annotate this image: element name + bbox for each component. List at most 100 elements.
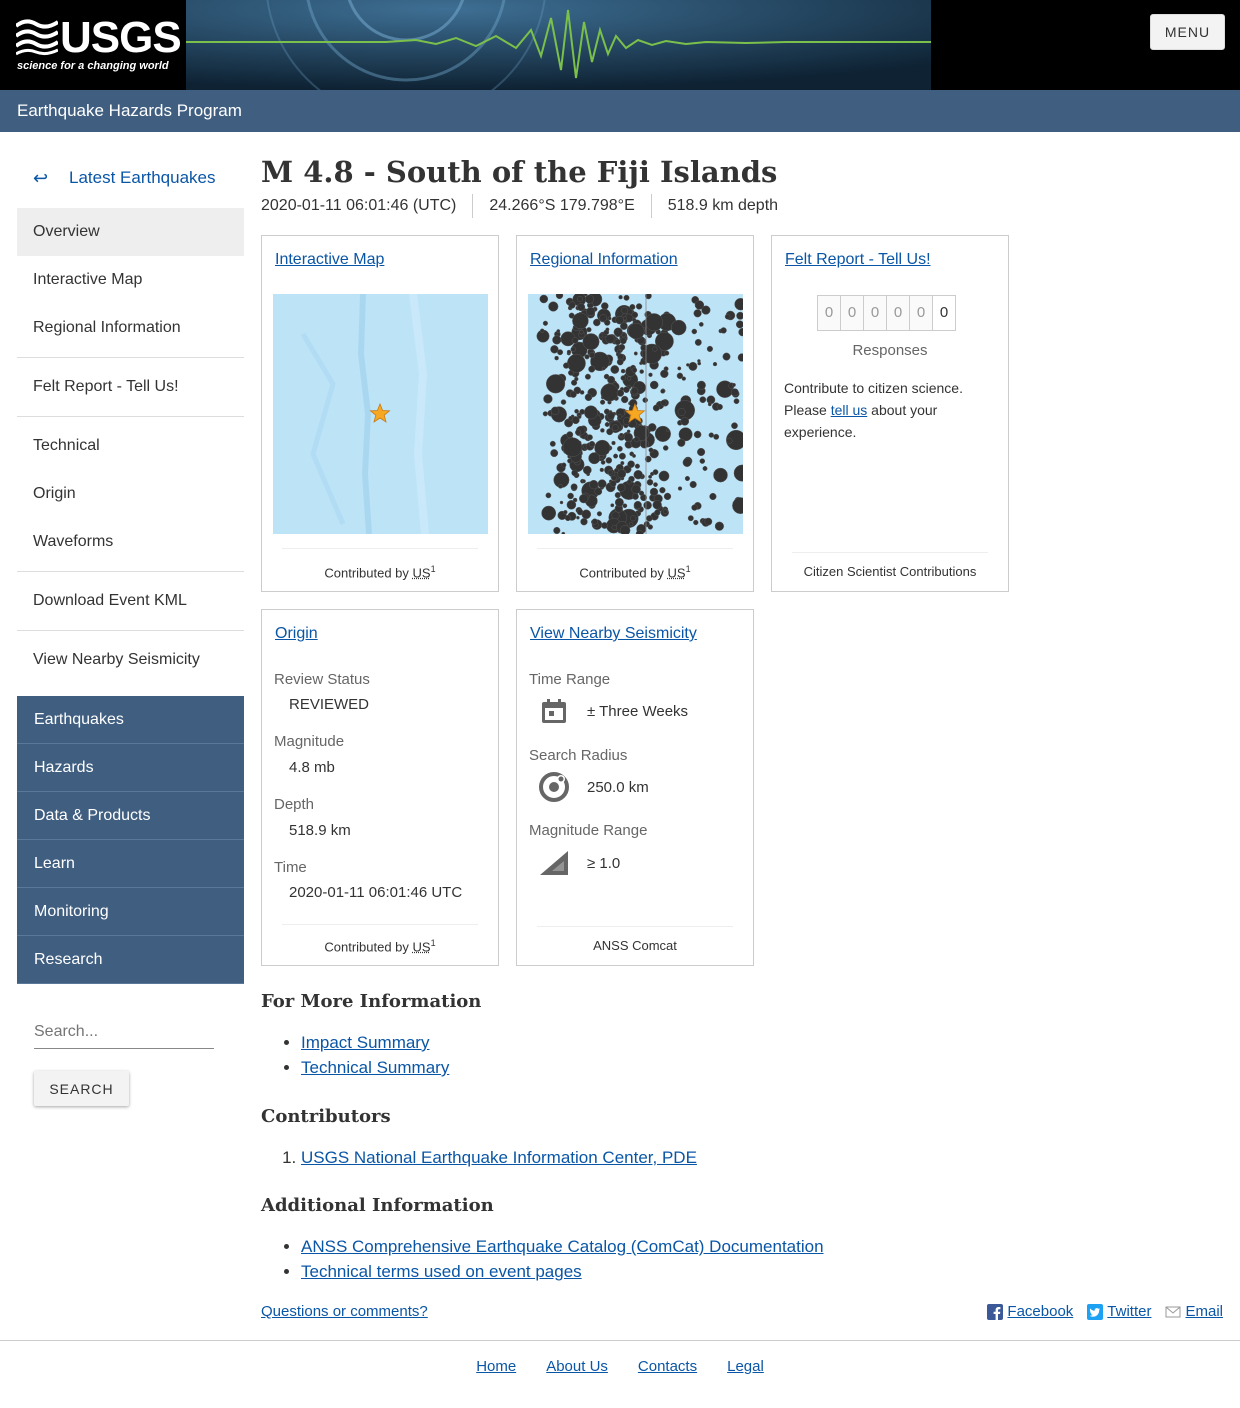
sidebar-item-origin[interactable]: Origin: [17, 470, 244, 518]
seismicity-dot: [648, 372, 653, 377]
seismicity-dot: [554, 355, 559, 361]
meta-divider: [650, 193, 652, 218]
technical-summary-link[interactable]: Technical Summary: [301, 1058, 449, 1077]
nearby-seismicity-link[interactable]: View Nearby Seismicity: [530, 625, 697, 643]
seismicity-dot: [709, 492, 717, 501]
seismicity-dot: [731, 422, 738, 430]
card-divider: [282, 924, 478, 925]
seismicity-dot: [684, 475, 690, 482]
seismicity-dot: [600, 383, 619, 402]
site-nav-learn[interactable]: Learn: [17, 840, 244, 888]
seismicity-dot: [548, 301, 559, 312]
seismicity-dot: [731, 382, 736, 387]
nav-divider: [17, 630, 244, 631]
footer-legal-link[interactable]: Legal: [727, 1358, 764, 1375]
footer-home-link[interactable]: Home: [476, 1358, 516, 1375]
seismicity-dot: [584, 393, 593, 402]
origin-card[interactable]: Origin Review Status REVIEWED Magnitude …: [261, 609, 499, 966]
seismicity-dot: [693, 309, 702, 318]
seismicity-dot: [614, 497, 624, 507]
seismicity-dot: [666, 428, 670, 432]
seismicity-dot: [582, 333, 600, 351]
program-title[interactable]: Earthquake Hazards Program: [17, 101, 242, 121]
interactive-map-thumbnail[interactable]: [273, 294, 488, 534]
sidebar-item-nearby-seismicity[interactable]: View Nearby Seismicity: [17, 636, 244, 684]
email-label: Email: [1185, 1303, 1223, 1320]
magnitude-range-label: Magnitude Range: [529, 822, 648, 839]
sidebar-item-regional-information[interactable]: Regional Information: [17, 304, 244, 352]
site-nav-data-products[interactable]: Data & Products: [17, 792, 244, 840]
usgs-logo[interactable]: USGS science for a changing world: [0, 0, 186, 90]
seismicity-dot: [583, 405, 598, 420]
seismicity-dot: [658, 470, 670, 482]
seismicity-dot: [631, 367, 638, 373]
seismicity-dot: [588, 440, 596, 448]
regional-info-card[interactable]: Regional Information Contributed by US1: [516, 235, 754, 592]
seismicity-dot: [619, 432, 624, 437]
seismicity-dot: [733, 398, 740, 405]
facebook-link[interactable]: Facebook: [987, 1303, 1073, 1320]
felt-report-card[interactable]: Felt Report - Tell Us! 0 0 0 0 0 0 Respo…: [771, 235, 1009, 592]
search-input[interactable]: [34, 1015, 214, 1049]
sidebar-item-felt-report[interactable]: Felt Report - Tell Us!: [17, 363, 244, 411]
site-nav-monitoring[interactable]: Monitoring: [17, 888, 244, 936]
impact-summary-link[interactable]: Impact Summary: [301, 1033, 429, 1052]
sidebar-item-technical[interactable]: Technical: [17, 422, 244, 470]
seismicity-dot: [561, 462, 567, 468]
seismicity-dot: [654, 425, 671, 442]
seismicity-dot: [594, 487, 603, 496]
seismicity-dot: [694, 300, 705, 310]
more-info-list: Impact Summary Technical Summary: [301, 1030, 449, 1080]
comcat-docs-link[interactable]: ANSS Comprehensive Earthquake Catalog (C…: [301, 1237, 824, 1256]
nearby-seismicity-card[interactable]: View Nearby Seismicity Time Range ± Thre…: [516, 609, 754, 966]
search-button[interactable]: SEARCH: [34, 1071, 129, 1106]
seismicity-dot: [609, 480, 617, 487]
sidebar-item-waveforms[interactable]: Waveforms: [17, 518, 244, 566]
twitter-link[interactable]: Twitter: [1087, 1303, 1151, 1320]
interactive-map-link[interactable]: Interactive Map: [275, 251, 384, 269]
seismicity-dot: [542, 411, 548, 417]
seismicity-dot: [649, 380, 659, 390]
seismicity-dot: [599, 333, 604, 338]
seismicity-dot: [610, 503, 615, 508]
sidebar-item-download-kml[interactable]: Download Event KML: [17, 577, 244, 625]
depth-value: 518.9 km: [289, 822, 351, 839]
seismicity-dot: [613, 453, 619, 459]
seismicity-dot: [607, 469, 613, 475]
seismicity-dot: [663, 492, 672, 501]
origin-link[interactable]: Origin: [275, 625, 318, 643]
seismicity-dot: [550, 345, 559, 354]
seismicity-dot: [697, 361, 702, 366]
seismicity-dot: [699, 458, 706, 464]
interactive-map-card[interactable]: Interactive Map Contributed by US1: [261, 235, 499, 592]
sidebar-item-interactive-map[interactable]: Interactive Map: [17, 256, 244, 304]
site-nav-earthquakes[interactable]: Earthquakes: [17, 696, 244, 744]
regional-seismicity-thumbnail[interactable]: [528, 294, 743, 534]
email-link[interactable]: Email: [1165, 1303, 1223, 1320]
technical-terms-link[interactable]: Technical terms used on event pages: [301, 1262, 582, 1281]
seismicity-dot: [633, 470, 643, 480]
latest-earthquakes-link[interactable]: ↩ Latest Earthquakes: [17, 156, 244, 200]
tell-us-link[interactable]: tell us: [831, 402, 868, 418]
seismicity-dot: [735, 320, 743, 329]
menu-button[interactable]: MENU: [1150, 14, 1225, 50]
sidebar-item-overview[interactable]: Overview: [17, 208, 244, 256]
footer-about-link[interactable]: About Us: [546, 1358, 608, 1375]
seismicity-dot: [704, 517, 713, 526]
usgs-wave-logo-icon: [16, 19, 58, 56]
site-nav-hazards[interactable]: Hazards: [17, 744, 244, 792]
seismicity-dot: [581, 509, 592, 520]
questions-link[interactable]: Questions or comments?: [261, 1303, 428, 1320]
site-nav-research[interactable]: Research: [17, 936, 244, 984]
neic-contributor-link[interactable]: USGS National Earthquake Information Cen…: [301, 1148, 697, 1167]
felt-report-link[interactable]: Felt Report - Tell Us!: [785, 251, 931, 269]
seismicity-dot: [604, 422, 610, 427]
footer-contacts-link[interactable]: Contacts: [638, 1358, 697, 1375]
seismicity-dot: [584, 373, 591, 380]
seismicity-dot: [619, 525, 631, 534]
seismicity-dot: [603, 408, 610, 415]
seismicity-dot: [629, 304, 636, 310]
meta-divider: [472, 193, 474, 218]
regional-info-link[interactable]: Regional Information: [530, 251, 678, 269]
seismicity-dot: [556, 329, 561, 333]
